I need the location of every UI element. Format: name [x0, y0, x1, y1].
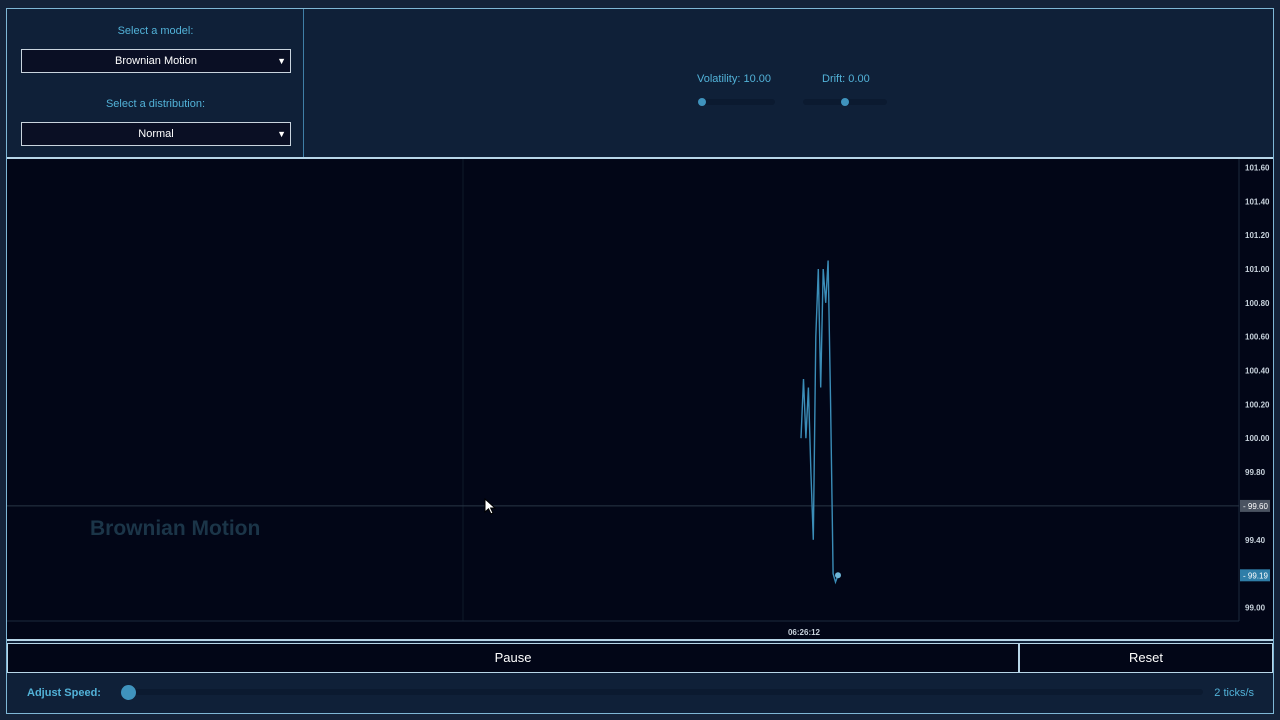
- mouse-cursor-icon: [484, 498, 496, 515]
- model-select-label: Select a model:: [117, 25, 194, 37]
- volatility-slider-thumb[interactable]: [698, 98, 706, 106]
- y-tick-label: 101.00: [1245, 265, 1270, 274]
- y-tick-label: 100.40: [1245, 367, 1270, 376]
- speed-value: 2 ticks/s: [1214, 687, 1254, 699]
- selector-panel: Select a model: Brownian Motion ▼ Select…: [7, 9, 304, 158]
- volatility-label: Volatility: 10.00: [697, 73, 771, 85]
- y-tick-label: 101.60: [1245, 163, 1270, 172]
- crosshair-label: - 99.60: [1243, 502, 1268, 511]
- speed-slider-thumb[interactable]: [121, 685, 136, 700]
- price-chart-svg: 101.60 101.40 101.20 101.00 100.80 100.60 100.…: [7, 159, 1270, 637]
- y-tick-label: 100.80: [1245, 299, 1270, 308]
- volatility-slider[interactable]: [698, 99, 775, 105]
- price-series-line: [800, 260, 839, 585]
- pause-button[interactable]: Pause: [7, 643, 1019, 673]
- y-tick-label: 99.40: [1245, 536, 1266, 545]
- drift-label: Drift: 0.00: [822, 73, 870, 85]
- x-tick-label: 06:26:12: [788, 628, 821, 637]
- y-tick-label: 101.40: [1245, 197, 1270, 206]
- distribution-select[interactable]: Normal ▼: [21, 122, 291, 146]
- y-tick-label: 100.00: [1245, 434, 1270, 443]
- drift-slider-thumb[interactable]: [841, 98, 849, 106]
- y-tick-label: 99.80: [1245, 468, 1266, 477]
- speed-slider[interactable]: [121, 689, 1203, 695]
- last-price-marker: [835, 572, 841, 579]
- distribution-select-label: Select a distribution:: [105, 98, 206, 110]
- speed-label: Adjust Speed:: [27, 687, 101, 699]
- y-tick-label: 100.60: [1245, 333, 1270, 342]
- distribution-select-value: Normal: [138, 128, 174, 140]
- price-chart[interactable]: 101.60 101.40 101.20 101.00 100.80 100.60 100.…: [7, 157, 1273, 641]
- simulator-app: Select a model: Brownian Motion ▼ Select…: [6, 8, 1274, 714]
- y-tick-label: 100.20: [1245, 400, 1270, 409]
- chart-watermark: Brownian Motion: [90, 517, 261, 540]
- reset-button[interactable]: Reset: [1019, 643, 1273, 673]
- y-tick-label: 99.00: [1245, 603, 1266, 612]
- chevron-down-icon: ▼: [277, 129, 286, 139]
- control-panel: Select a model: Brownian Motion ▼ Select…: [7, 9, 1273, 158]
- model-select[interactable]: Brownian Motion ▼: [21, 49, 291, 73]
- chevron-down-icon: ▼: [277, 56, 286, 66]
- y-tick-label: 101.20: [1245, 231, 1270, 240]
- last-value-label: - 99.19: [1243, 571, 1268, 580]
- model-select-value: Brownian Motion: [115, 55, 197, 67]
